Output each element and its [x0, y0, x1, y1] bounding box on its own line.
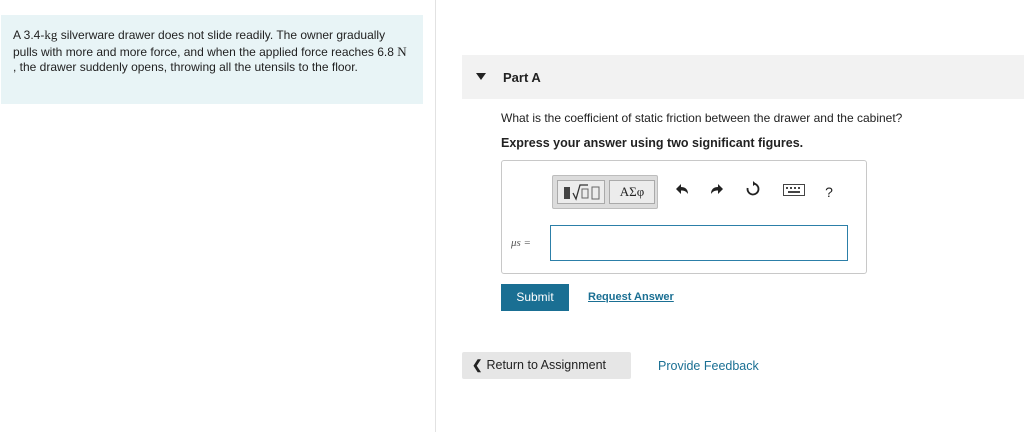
mu-s-label: μs = — [511, 237, 531, 249]
unit-newton: N — [397, 43, 407, 59]
keyboard-icon[interactable] — [781, 181, 807, 203]
math-template-button[interactable] — [557, 180, 605, 204]
reset-icon[interactable] — [742, 181, 764, 203]
math-template-icon — [564, 184, 600, 201]
toolbar-group: ΑΣφ — [552, 175, 658, 209]
instruction-text: Express your answer using two significan… — [501, 136, 804, 150]
part-title: Part A — [503, 70, 541, 85]
question-text: What is the coefficient of static fricti… — [501, 111, 903, 125]
submit-button[interactable]: Submit — [501, 284, 569, 311]
chevron-left-icon: ❮ — [472, 358, 483, 372]
return-label: Return to Assignment — [486, 358, 606, 372]
redo-icon[interactable] — [706, 181, 728, 203]
problem-text-3: , the drawer suddenly opens, throwing al… — [13, 60, 358, 74]
provide-feedback-link[interactable]: Provide Feedback — [658, 359, 759, 373]
return-to-assignment-button[interactable]: ❮ Return to Assignment — [462, 352, 631, 379]
part-header[interactable]: Part A — [462, 55, 1024, 99]
help-icon[interactable]: ? — [818, 181, 840, 203]
problem-panel: A 3.4-kg silverware drawer does not slid… — [0, 0, 436, 432]
problem-statement: A 3.4-kg silverware drawer does not slid… — [1, 15, 423, 104]
caret-down-icon[interactable] — [476, 73, 486, 80]
problem-text-1: A 3.4- — [13, 28, 45, 42]
undo-icon[interactable] — [671, 181, 693, 203]
answer-input[interactable] — [550, 225, 848, 261]
answer-box: ΑΣφ ? μs = — [501, 160, 867, 274]
problem-text-2: silverware drawer does not slide readily… — [13, 28, 398, 59]
request-answer-link[interactable]: Request Answer — [588, 291, 674, 303]
unit-kg: kg — [44, 27, 58, 42]
greek-symbols-button[interactable]: ΑΣφ — [609, 180, 655, 204]
